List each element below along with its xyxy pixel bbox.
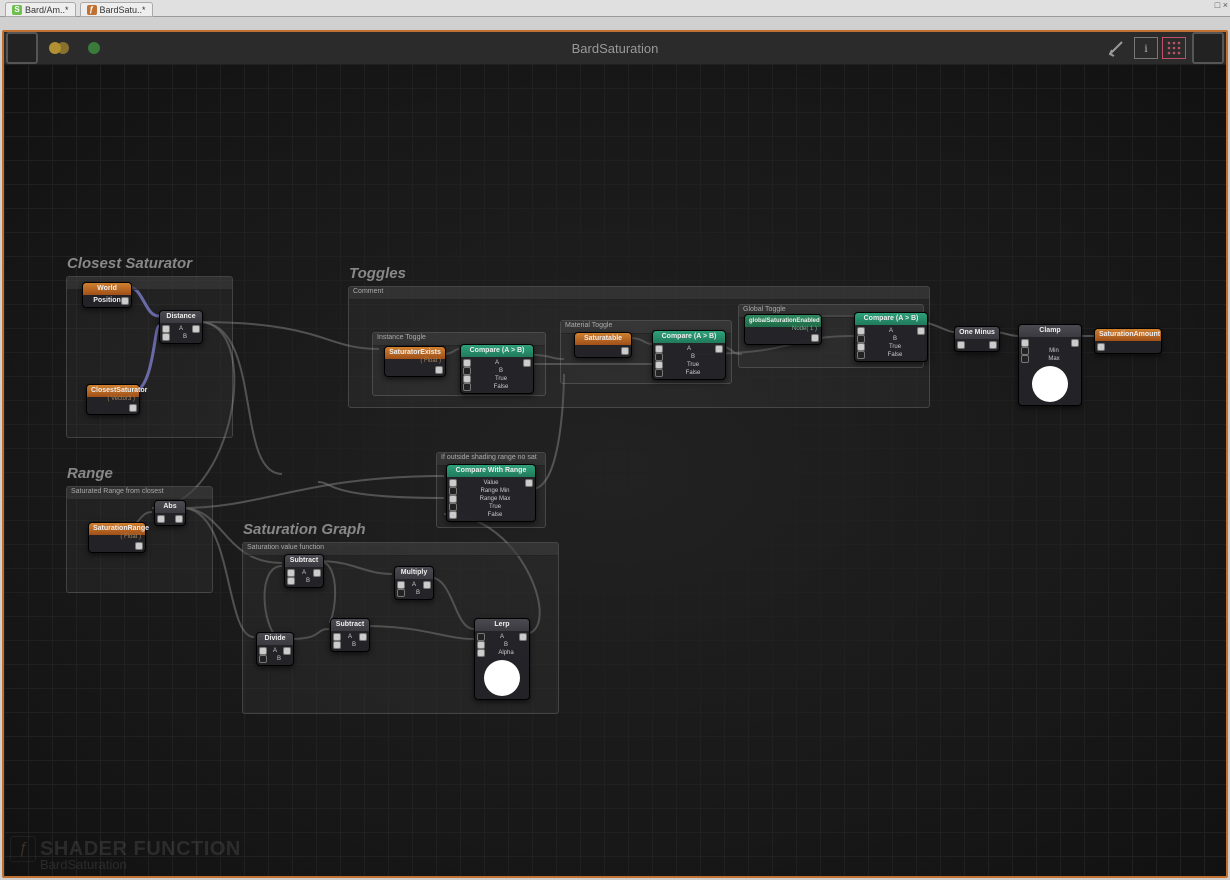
- tab-label: BardSatu..*: [100, 5, 146, 15]
- pin-label: A: [684, 346, 694, 352]
- node-multiply[interactable]: Multiply A B: [394, 566, 434, 600]
- node-title: Distance: [160, 311, 202, 323]
- pin-label: Alpha: [495, 650, 516, 656]
- node-subtract-2[interactable]: Subtract A B: [330, 618, 370, 652]
- pin-label: B: [890, 336, 900, 342]
- editor-frame: BardSaturation i: [2, 30, 1228, 878]
- document-tabs: S Bard/Am..* ƒ BardSatu..*: [5, 2, 153, 16]
- node-closest-saturator[interactable]: ClosestSaturator ( Vector3 ): [86, 384, 140, 415]
- pin-label: False: [885, 352, 906, 358]
- pin-label: True: [886, 344, 904, 350]
- pin-label: A: [886, 328, 896, 334]
- pin-label: B: [413, 590, 423, 596]
- node-title: Compare With Range: [447, 465, 535, 477]
- pin-label: A: [492, 360, 502, 366]
- connection-wires: [4, 64, 1226, 876]
- pin-label: False: [683, 370, 704, 376]
- node-title: Multiply: [395, 567, 433, 579]
- node-title: Lerp: [475, 619, 529, 631]
- pin-label: True: [684, 362, 702, 368]
- node-title: Subtract: [331, 619, 369, 631]
- node-saturation-amount-output[interactable]: SaturationAmount: [1094, 328, 1162, 354]
- region-header: Comment: [349, 287, 929, 300]
- pin-label: Value: [481, 480, 502, 486]
- pin-label: Max: [1045, 356, 1062, 362]
- pin-label: A: [497, 634, 507, 640]
- function-icon: ƒ: [87, 5, 97, 15]
- node-lerp[interactable]: Lerp A B Alpha: [474, 618, 530, 700]
- pin-label: B: [688, 354, 698, 360]
- node-compare-2[interactable]: Compare (A > B) A B True False: [652, 330, 726, 380]
- maximize-square-right[interactable]: [1192, 32, 1224, 64]
- node-compare-1[interactable]: Compare (A > B) A B True False: [460, 344, 534, 394]
- pin-label: A: [176, 326, 186, 332]
- region-title: Toggles: [349, 265, 406, 282]
- pin-label: Range Min: [477, 488, 512, 494]
- region-header: Saturated Range from closest: [67, 487, 212, 500]
- pin-label: True: [486, 504, 504, 510]
- node-subtract-1[interactable]: Subtract A B: [284, 554, 324, 588]
- tab-shader[interactable]: ƒ BardSatu..*: [80, 2, 153, 17]
- scene-icon: S: [12, 5, 22, 15]
- canvas-watermark: ƒ SHADER FUNCTION BardSaturation: [12, 838, 241, 872]
- function-icon: ƒ: [10, 836, 36, 862]
- node-saturator-exists[interactable]: SaturatorExists ( Float ): [384, 346, 446, 377]
- pin-label: B: [274, 656, 284, 662]
- status-dot-icon[interactable]: [80, 34, 108, 62]
- node-compare-with-range[interactable]: Compare With Range Value Range Min Range…: [446, 464, 536, 522]
- pin-label: B: [180, 334, 190, 340]
- pin-label: B: [303, 578, 313, 584]
- node-title: Abs: [155, 501, 185, 513]
- node-title: World Position: [83, 283, 131, 295]
- pin-label: B: [501, 642, 511, 648]
- node-title: Compare (A > B): [461, 345, 533, 357]
- pin-label: False: [485, 512, 506, 518]
- node-abs[interactable]: Abs: [154, 500, 186, 526]
- tab-label: Bard/Am..*: [25, 5, 69, 15]
- node-title: Divide: [257, 633, 293, 645]
- tab-scene[interactable]: S Bard/Am..*: [5, 2, 76, 17]
- pin-label: A: [299, 570, 309, 576]
- pin-label: B: [349, 642, 359, 648]
- pin-label: False: [491, 384, 512, 390]
- pin-label: Range Max: [477, 496, 514, 502]
- region-title: Saturation Graph: [243, 521, 366, 538]
- node-title: SaturationAmount: [1095, 329, 1161, 341]
- node-preview: [484, 660, 520, 696]
- node-one-minus[interactable]: One Minus: [954, 326, 1000, 352]
- node-global-saturation-enabled[interactable]: globalSaturationEnabled Node( 1 ): [744, 314, 822, 345]
- node-saturatable[interactable]: Saturatable: [574, 332, 632, 358]
- node-title: Compare (A > B): [855, 313, 927, 325]
- node-title: Saturatable: [575, 333, 631, 345]
- node-distance[interactable]: Distance A B: [159, 310, 203, 344]
- cleanup-broom-icon[interactable]: [1102, 34, 1130, 62]
- window-controls[interactable]: □ ×: [1215, 1, 1228, 10]
- node-world-position[interactable]: World Position: [82, 282, 132, 308]
- live-preview-icon[interactable]: [46, 34, 74, 62]
- node-title: Subtract: [285, 555, 323, 567]
- pin-label: A: [270, 648, 280, 654]
- node-title: Clamp: [1019, 325, 1081, 337]
- pin-label: B: [496, 368, 506, 374]
- region-title: Range: [67, 465, 113, 482]
- pin-label: A: [345, 634, 355, 640]
- node-preview: [1032, 366, 1068, 402]
- editor-title: BardSaturation: [4, 32, 1226, 64]
- region-title: Closest Saturator: [67, 255, 192, 272]
- editor-toolbar: BardSaturation i: [4, 32, 1226, 65]
- window-titlebar[interactable]: □ ×: [0, 0, 1230, 17]
- node-compare-3[interactable]: Compare (A > B) A B True False: [854, 312, 928, 362]
- node-title: One Minus: [955, 327, 999, 339]
- info-icon[interactable]: i: [1134, 37, 1158, 59]
- maximize-square-left[interactable]: [6, 32, 38, 64]
- pin-label: Min: [1046, 348, 1062, 354]
- node-divide[interactable]: Divide A B: [256, 632, 294, 666]
- node-clamp[interactable]: Clamp Min Max: [1018, 324, 1082, 406]
- node-saturation-range[interactable]: SaturationRange ( Float ): [88, 522, 146, 553]
- pin-label: True: [492, 376, 510, 382]
- node-graph-canvas[interactable]: Closest Saturator World Position Closest…: [4, 64, 1226, 876]
- pin-label: A: [409, 582, 419, 588]
- grid-icon[interactable]: [1162, 37, 1186, 59]
- node-title: Compare (A > B): [653, 331, 725, 343]
